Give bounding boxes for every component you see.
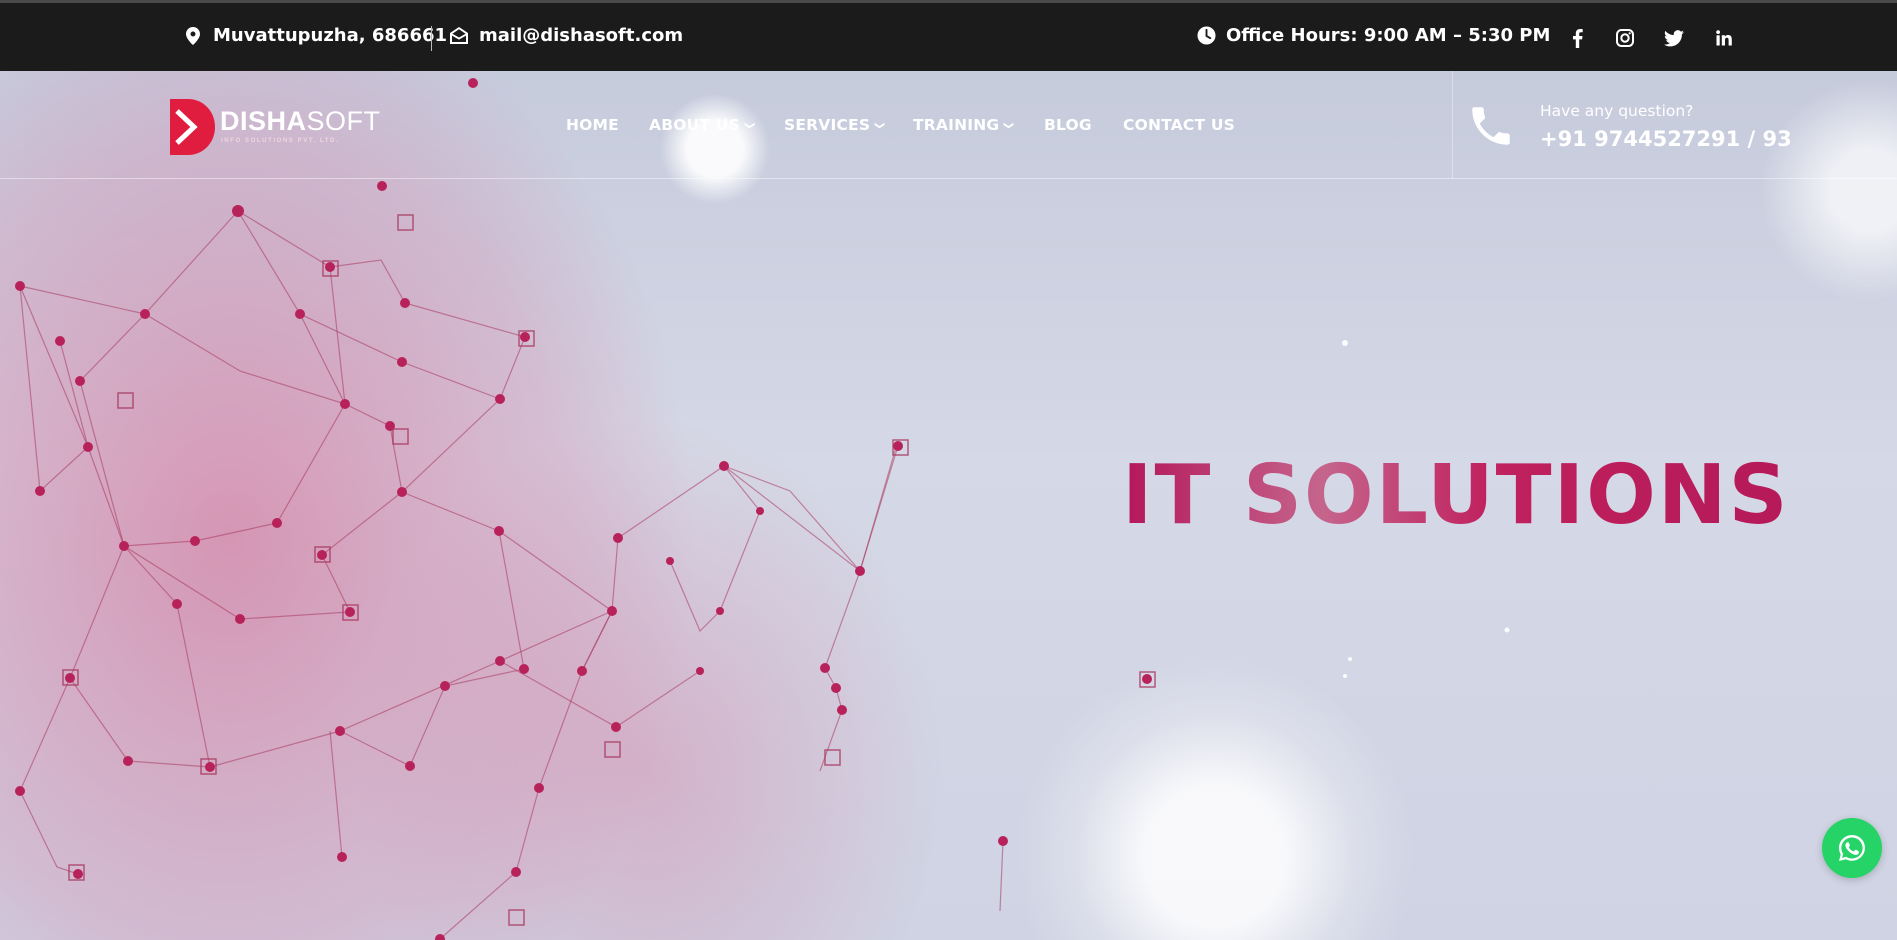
nav-services-label: SERVICES [784, 116, 871, 134]
twitter-icon[interactable] [1661, 25, 1687, 51]
nav-services[interactable]: SERVICES ❯ [784, 116, 885, 134]
header-divider [1452, 71, 1453, 179]
phone-icon [1466, 101, 1518, 153]
nav-about-us-label: ABOUT US [649, 116, 740, 134]
logo-name-light: SOFT [306, 106, 381, 136]
nav-blog-label: BLOG [1044, 116, 1092, 134]
envelope-open-icon [449, 26, 469, 46]
instagram-icon[interactable] [1612, 25, 1638, 51]
office-hours-text: Office Hours: 9:00 AM – 5:30 PM [1226, 25, 1551, 46]
nav-blog[interactable]: BLOG [1044, 116, 1092, 134]
logo-tagline: INFO SOLUTIONS PVT. LTD. [221, 138, 340, 144]
map-pin-icon [183, 26, 203, 46]
logo-wordmark: DISHASOFT [220, 108, 381, 135]
contact-phone-link[interactable]: +91 9744527291 / 93 [1540, 127, 1792, 151]
contact-question: Have any question? [1540, 102, 1694, 120]
office-hours-info: Office Hours: 9:00 AM – 5:30 PM [1196, 25, 1550, 46]
main-header: DISHASOFT INFO SOLUTIONS PVT. LTD. HOME … [0, 71, 1897, 179]
location-text: Muvattupuzha, 686661 [213, 25, 448, 46]
email-info[interactable]: mail@dishasoft.com [449, 25, 683, 46]
nav-contact-us[interactable]: CONTACT US [1123, 116, 1235, 134]
topbar-divider [431, 26, 432, 51]
nav-contact-us-label: CONTACT US [1123, 116, 1235, 134]
hero-title: IT SOLUTIONS [1122, 448, 1790, 543]
chevron-down-icon: ❯ [873, 120, 885, 130]
nav-training[interactable]: TRAINING ❯ [913, 116, 1015, 134]
location-info: Muvattupuzha, 686661 [183, 25, 447, 46]
logo-name-bold: DISHA [220, 106, 307, 136]
nav-home-label: HOME [566, 116, 619, 134]
top-info-bar: Muvattupuzha, 686661 mail@dishasoft.com … [0, 0, 1897, 71]
nav-about-us[interactable]: ABOUT US ❯ [649, 116, 755, 134]
linkedin-icon[interactable] [1711, 25, 1737, 51]
whatsapp-chat-button[interactable] [1822, 818, 1882, 878]
nav-home[interactable]: HOME [566, 116, 619, 134]
hero-banner: IT SOLUTIONS [0, 71, 1897, 940]
nav-training-label: TRAINING [913, 116, 1000, 134]
chevron-down-icon: ❯ [743, 120, 755, 130]
email-link[interactable]: mail@dishasoft.com [479, 25, 683, 46]
logo-mark-icon [170, 99, 215, 155]
dishasoft-logo[interactable]: DISHASOFT INFO SOLUTIONS PVT. LTD. [168, 97, 380, 157]
facebook-icon[interactable] [1564, 25, 1590, 51]
whatsapp-icon [1839, 835, 1865, 861]
chevron-down-icon: ❯ [1003, 120, 1015, 130]
clock-icon [1196, 26, 1216, 46]
